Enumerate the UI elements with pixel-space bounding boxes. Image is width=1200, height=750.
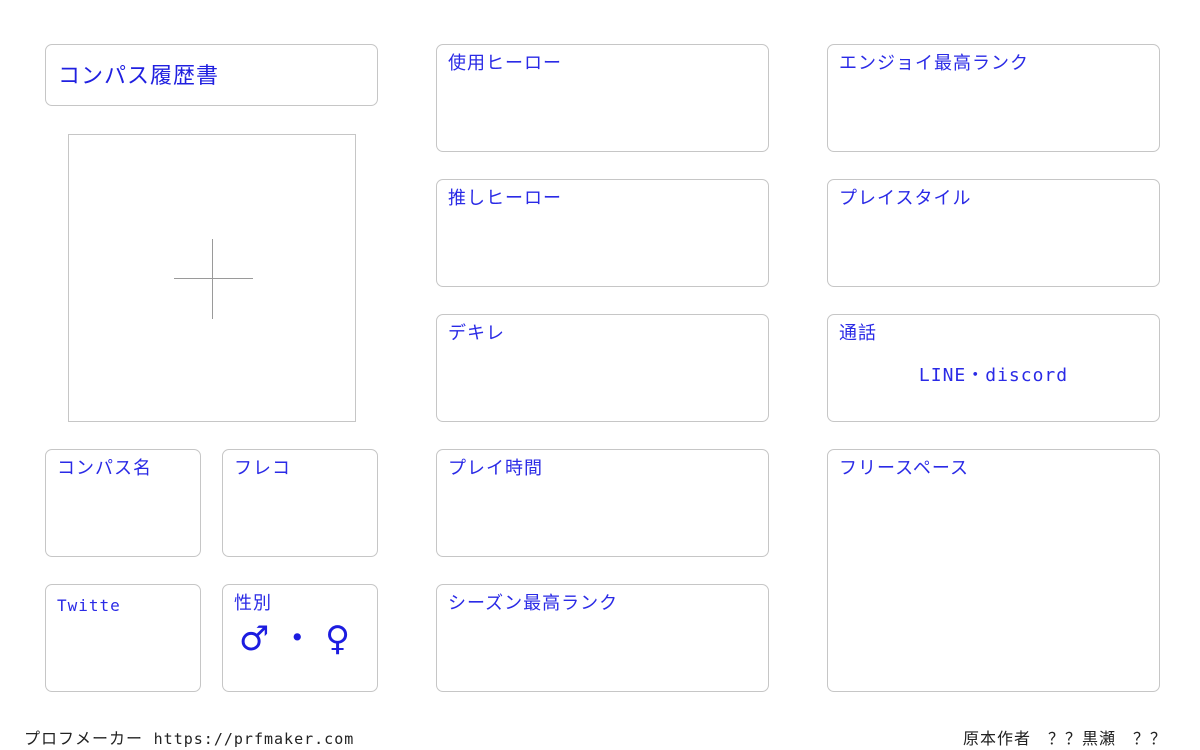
voice-chat-value: LINE・discord bbox=[918, 365, 1069, 386]
friend-code-label: フレコ bbox=[234, 458, 291, 479]
gender-options[interactable]: ♂ ・ ♀ bbox=[239, 617, 350, 661]
twitter-field[interactable]: Twitte bbox=[45, 584, 201, 692]
footer-author: 原本作者 ？？黒瀬 ？？ bbox=[962, 729, 1167, 748]
friend-code-field[interactable]: フレコ bbox=[222, 449, 378, 557]
voice-chat-field[interactable]: 通話 LINE・discord bbox=[827, 314, 1160, 422]
used-hero-field[interactable]: 使用ヒーロー bbox=[436, 44, 769, 152]
crosshair-vertical-line bbox=[212, 239, 213, 319]
title-box: コンパス履歴書 bbox=[45, 44, 378, 106]
dekire-label: デキレ bbox=[448, 323, 505, 344]
play-time-field[interactable]: プレイ時間 bbox=[436, 449, 769, 557]
dekire-field[interactable]: デキレ bbox=[436, 314, 769, 422]
footer-maker-url[interactable]: https://prfmaker.com bbox=[154, 730, 355, 748]
used-hero-label: 使用ヒーロー bbox=[448, 53, 562, 74]
favorite-hero-field[interactable]: 推しヒーロー bbox=[436, 179, 769, 287]
enjoy-max-rank-label: エンジョイ最高ランク bbox=[839, 53, 1029, 74]
play-style-field[interactable]: プレイスタイル bbox=[827, 179, 1160, 287]
footer-maker-label: プロフメーカー bbox=[24, 729, 144, 748]
sheet-title: コンパス履歴書 bbox=[58, 64, 220, 89]
compass-name-label: コンパス名 bbox=[57, 458, 152, 479]
play-style-label: プレイスタイル bbox=[839, 188, 972, 209]
play-time-label: プレイ時間 bbox=[448, 458, 543, 479]
photo-placeholder[interactable] bbox=[68, 134, 356, 422]
season-max-rank-field[interactable]: シーズン最高ランク bbox=[436, 584, 769, 692]
voice-chat-label: 通話 bbox=[839, 323, 877, 344]
enjoy-max-rank-field[interactable]: エンジョイ最高ランク bbox=[827, 44, 1160, 152]
gender-field[interactable]: 性別 ♂ ・ ♀ bbox=[222, 584, 378, 692]
free-space-field[interactable]: フリースペース bbox=[827, 449, 1160, 692]
season-max-rank-label: シーズン最高ランク bbox=[448, 593, 619, 614]
compass-name-field[interactable]: コンパス名 bbox=[45, 449, 201, 557]
favorite-hero-label: 推しヒーロー bbox=[448, 188, 562, 209]
crosshair-horizontal-line bbox=[174, 278, 253, 279]
footer-maker: プロフメーカー https://prfmaker.com bbox=[24, 725, 354, 749]
free-space-label: フリースペース bbox=[839, 458, 969, 479]
gender-label: 性別 bbox=[234, 593, 272, 614]
twitter-label: Twitte bbox=[57, 596, 121, 615]
